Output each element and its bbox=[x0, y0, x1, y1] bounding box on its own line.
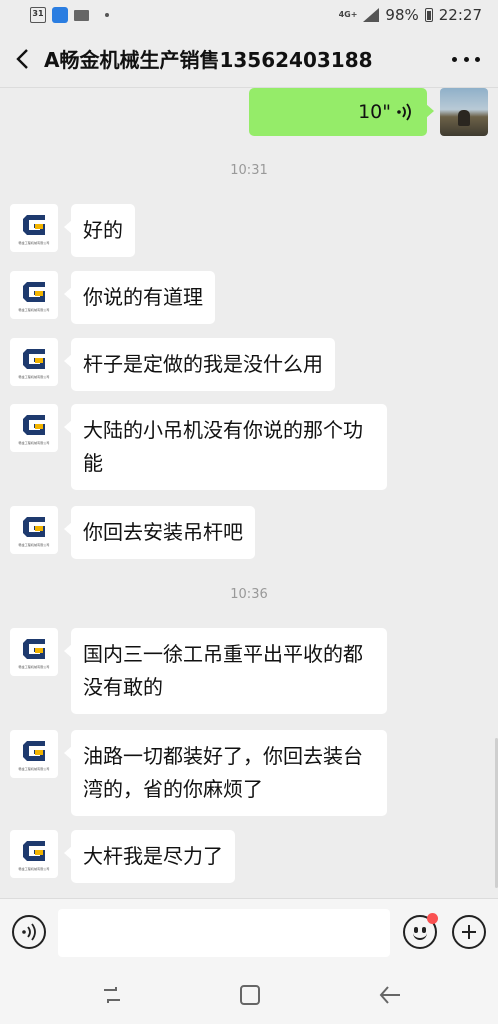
chat-title: A畅金机械生产销售13562403188 bbox=[44, 48, 373, 72]
company-logo-icon bbox=[23, 841, 45, 861]
outgoing-voice-message: 10" bbox=[0, 88, 498, 136]
calendar-icon: 31 bbox=[30, 7, 46, 23]
company-logo-icon bbox=[23, 282, 45, 302]
input-bar bbox=[0, 898, 498, 966]
contact-avatar[interactable]: 畅金工程机械有限公司 bbox=[10, 338, 58, 386]
new-badge bbox=[427, 913, 438, 924]
voice-duration: 10" bbox=[358, 101, 391, 123]
more-notifications-icon bbox=[105, 13, 109, 17]
message-bubble[interactable]: 杆子是定做的我是没什么用 bbox=[64, 338, 335, 391]
company-logo-icon bbox=[23, 215, 45, 235]
voice-wave-icon bbox=[22, 923, 36, 941]
app-notification-icon bbox=[52, 7, 68, 23]
clock: 22:27 bbox=[438, 6, 482, 24]
back-icon[interactable] bbox=[0, 30, 44, 88]
contact-avatar[interactable]: 畅金工程机械有限公司 bbox=[10, 830, 58, 878]
my-avatar[interactable] bbox=[440, 88, 488, 136]
signal-icon bbox=[363, 8, 380, 22]
more-icon[interactable] bbox=[452, 50, 480, 68]
timestamp: 10:36 bbox=[230, 587, 268, 602]
company-logo-icon bbox=[23, 415, 45, 435]
message-bubble[interactable]: 你回去安装吊杆吧 bbox=[64, 506, 255, 559]
message-bubble[interactable]: 大陆的小吊机没有你说的那个功能 bbox=[64, 404, 387, 490]
recent-apps-icon[interactable] bbox=[100, 984, 124, 1006]
voice-wave-icon bbox=[397, 103, 411, 121]
message-list[interactable]: 10" 10:31 畅金工程机械有限公司 好的 畅金工程机械有限公司 你说的有道… bbox=[0, 88, 498, 898]
voice-message-bubble[interactable]: 10" bbox=[249, 88, 434, 136]
voice-input-button[interactable] bbox=[12, 915, 46, 949]
contact-avatar[interactable]: 畅金工程机械有限公司 bbox=[10, 628, 58, 676]
message-bubble[interactable]: 大杆我是尽力了 bbox=[64, 830, 235, 883]
back-nav-icon[interactable] bbox=[378, 984, 402, 1006]
company-logo-icon bbox=[23, 741, 45, 761]
contact-avatar[interactable]: 畅金工程机械有限公司 bbox=[10, 404, 58, 452]
battery-icon bbox=[424, 8, 433, 22]
more-functions-button[interactable] bbox=[452, 915, 486, 949]
battery-percent: 98% bbox=[385, 6, 419, 24]
message-input[interactable] bbox=[58, 909, 390, 957]
company-logo-icon bbox=[23, 349, 45, 369]
chat-header: A畅金机械生产销售13562403188 bbox=[0, 30, 498, 88]
message-bubble[interactable]: 你说的有道理 bbox=[64, 271, 215, 324]
company-logo-icon bbox=[23, 639, 45, 659]
message-bubble[interactable]: 油路一切都装好了，你回去装台湾的，省的你麻烦了 bbox=[64, 730, 387, 816]
mail-icon bbox=[74, 9, 89, 21]
network-type: 4G+ bbox=[338, 10, 358, 19]
timestamp: 10:31 bbox=[230, 163, 268, 178]
message-bubble[interactable]: 好的 bbox=[64, 204, 135, 257]
system-nav-bar bbox=[0, 966, 498, 1024]
contact-avatar[interactable]: 畅金工程机械有限公司 bbox=[10, 506, 58, 554]
contact-avatar[interactable]: 畅金工程机械有限公司 bbox=[10, 271, 58, 319]
status-bar: 31 4G+ 98% 22:27 bbox=[0, 0, 498, 30]
contact-avatar[interactable]: 畅金工程机械有限公司 bbox=[10, 730, 58, 778]
message-bubble[interactable]: 国内三一徐工吊重平出平收的都没有敢的 bbox=[64, 628, 387, 714]
company-logo-icon bbox=[23, 517, 45, 537]
contact-avatar[interactable]: 畅金工程机械有限公司 bbox=[10, 204, 58, 252]
home-icon[interactable] bbox=[238, 984, 262, 1006]
